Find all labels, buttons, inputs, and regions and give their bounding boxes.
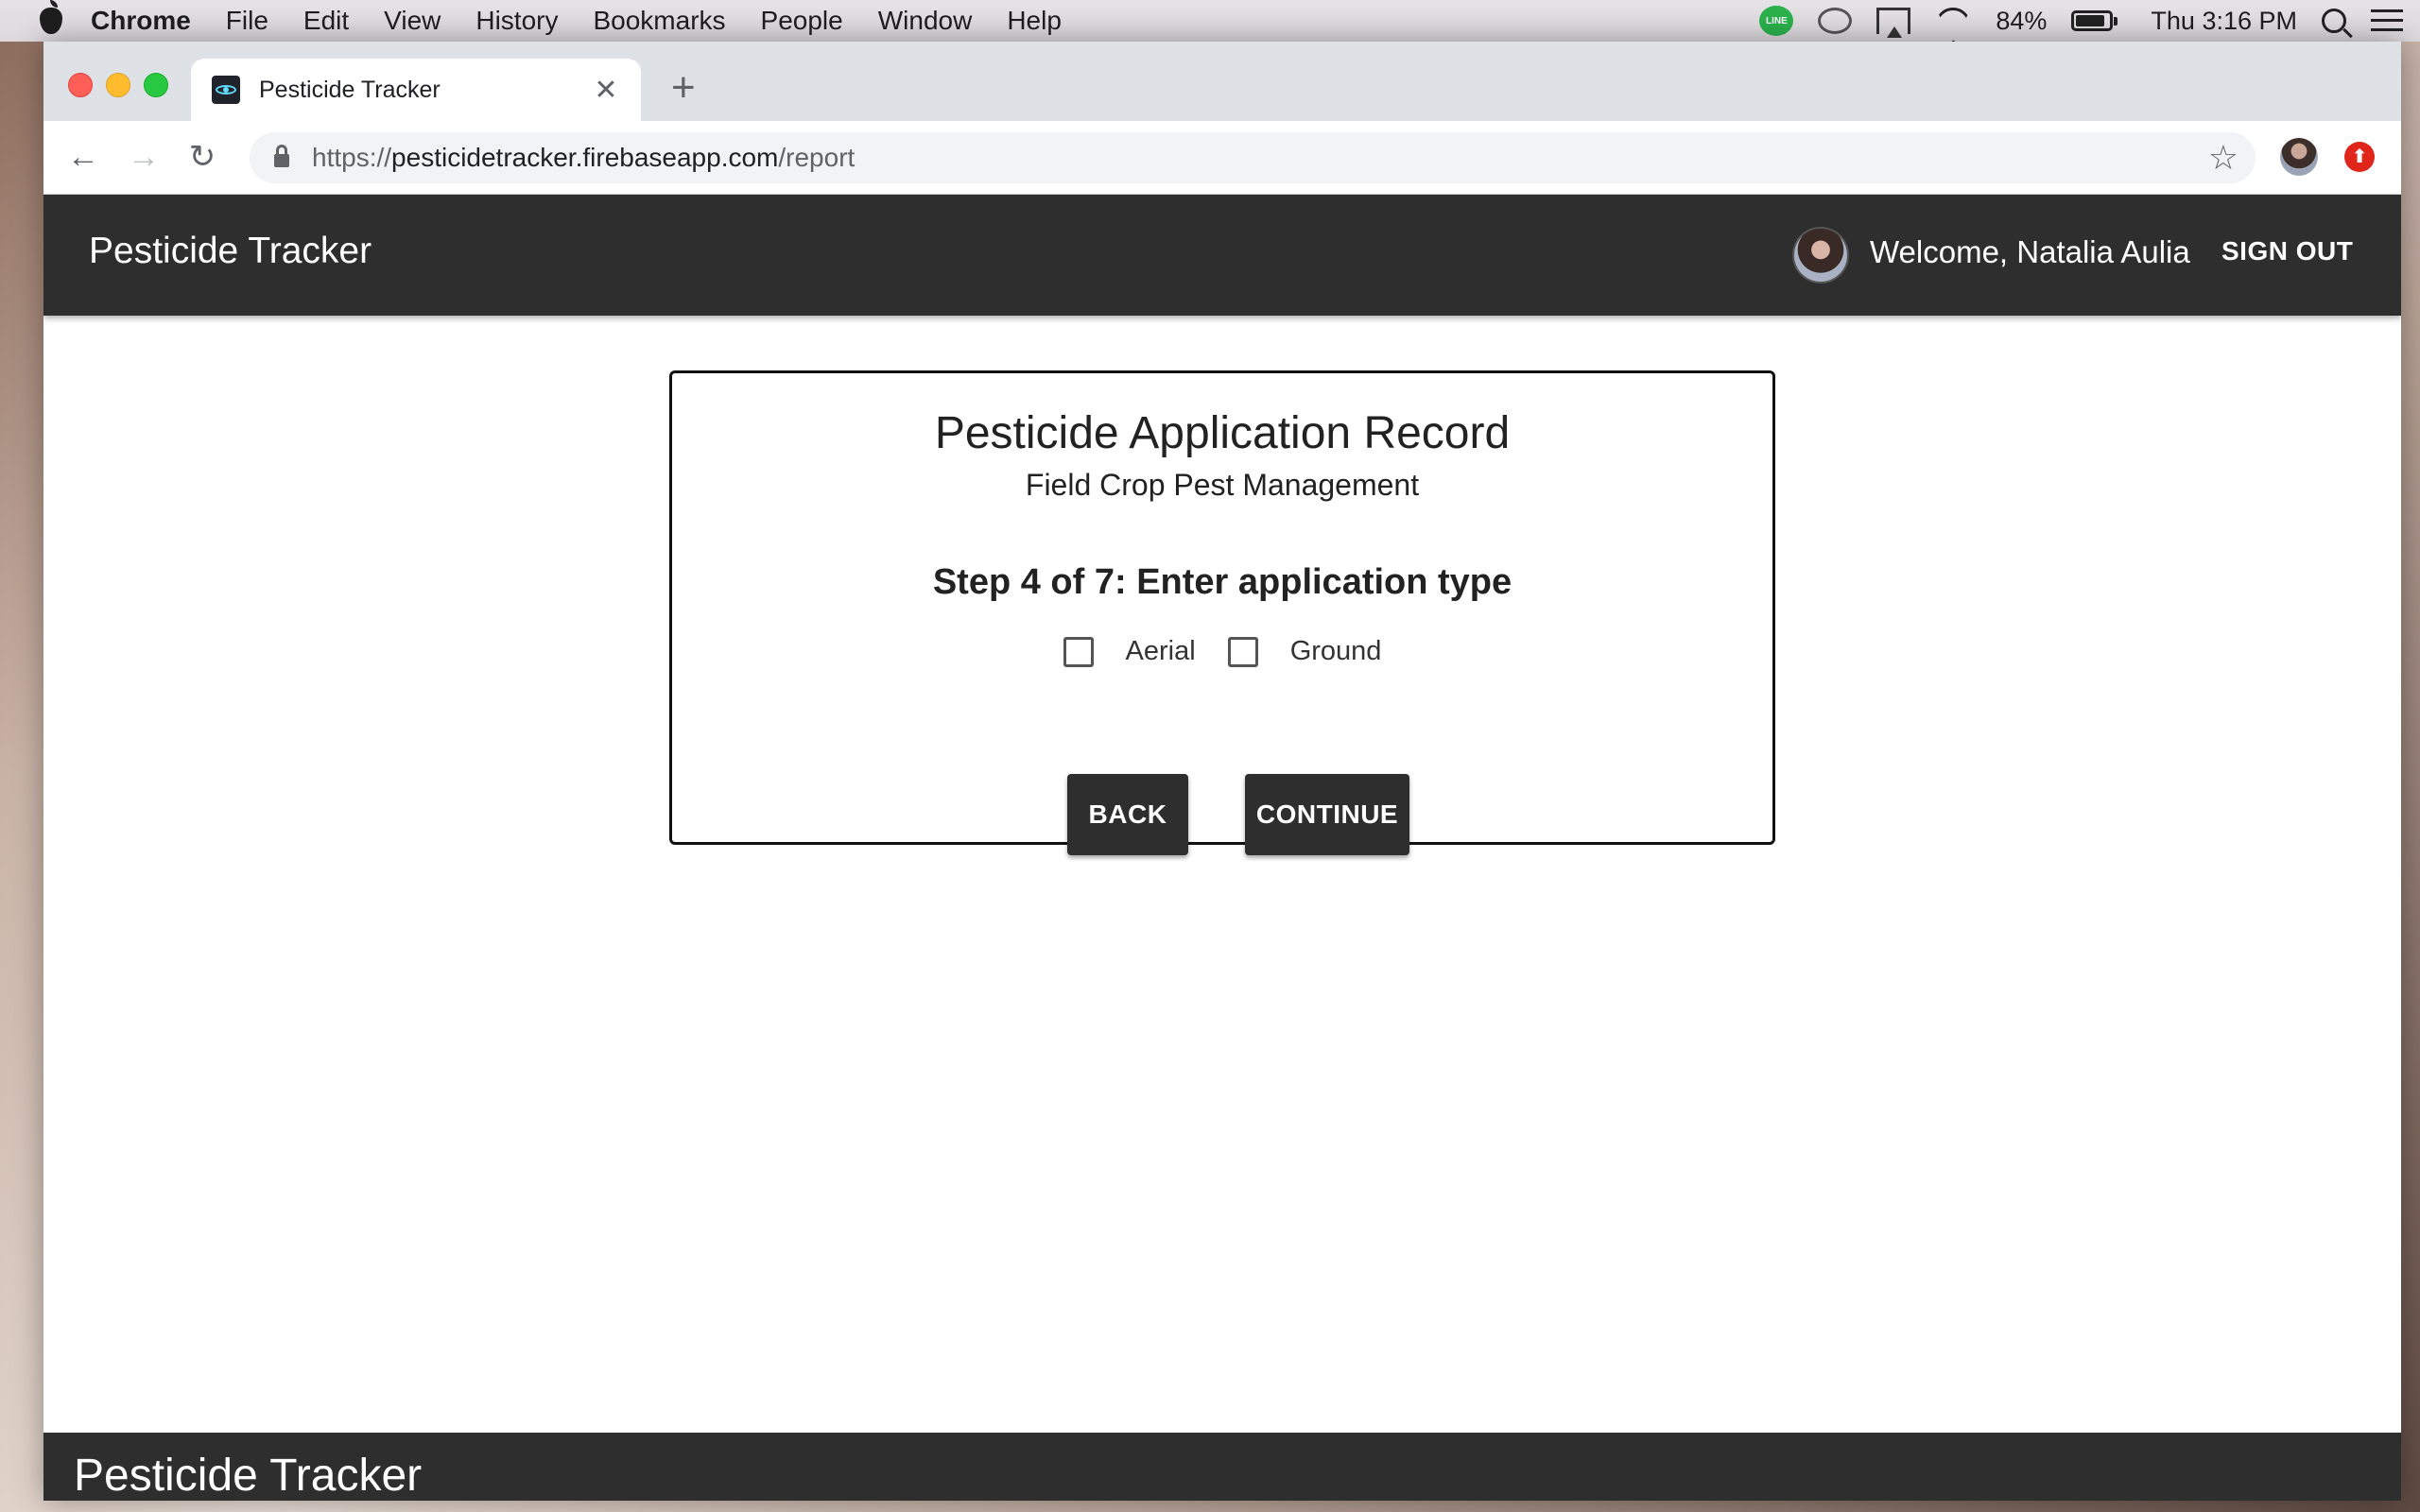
browser-tab-active[interactable]: Pesticide Tracker ✕: [191, 59, 641, 121]
forward-arrow-icon[interactable]: →: [123, 136, 164, 178]
battery-icon[interactable]: [2071, 10, 2118, 31]
step-heading: Step 4 of 7: Enter application type: [932, 562, 1512, 602]
aerial-checkbox[interactable]: [1063, 636, 1094, 667]
aerial-label[interactable]: Aerial: [1126, 636, 1196, 667]
menu-help[interactable]: Help: [1007, 6, 1062, 36]
macos-menubar: Chrome File Edit View History Bookmarks …: [0, 0, 2420, 42]
sign-out-button[interactable]: SIGN OUT: [2221, 236, 2353, 266]
address-bar[interactable]: https://pesticidetracker.firebaseapp.com…: [250, 132, 2256, 183]
battery-percent: 84%: [1996, 6, 2048, 35]
form-title: Pesticide Application Record: [934, 408, 1511, 458]
creative-cloud-icon[interactable]: [1818, 8, 1853, 34]
application-type-options: Aerial Ground: [672, 636, 1772, 667]
notification-center-icon[interactable]: [2371, 9, 2403, 32]
clock[interactable]: Thu 3:16 PM: [2151, 7, 2297, 36]
report-form-card: Pesticide Application Record Field Crop …: [669, 370, 1775, 855]
continue-button[interactable]: CONTINUE: [1245, 774, 1409, 855]
menu-window[interactable]: Window: [878, 6, 973, 36]
app-title: Pesticide Tracker: [89, 231, 372, 271]
spotlight-search-icon[interactable]: [2322, 9, 2346, 33]
back-button[interactable]: BACK: [1067, 774, 1188, 855]
menu-file[interactable]: File: [226, 6, 268, 36]
reload-icon[interactable]: ↻: [182, 136, 223, 178]
browser-window: Pesticide Tracker ✕ + ← → ↻ https://pest…: [43, 42, 2401, 1501]
react-favicon-icon: [212, 76, 240, 104]
browser-toolbar: ← → ↻ https://pesticidetracker.firebasea…: [43, 121, 2401, 195]
ground-label[interactable]: Ground: [1290, 636, 1382, 667]
ground-checkbox[interactable]: [1227, 636, 1258, 667]
lock-icon[interactable]: [274, 145, 289, 167]
url-text[interactable]: https://pesticidetracker.firebaseapp.com…: [312, 143, 855, 173]
app-header: Pesticide Tracker Welcome, Natalia Aulia…: [43, 195, 2401, 316]
minimize-window-button[interactable]: [106, 73, 130, 97]
menu-chrome[interactable]: Chrome: [91, 6, 191, 36]
welcome-message: Welcome, Natalia Aulia: [1870, 234, 2190, 269]
zoom-window-button[interactable]: [144, 73, 168, 97]
menu-bookmarks[interactable]: Bookmarks: [593, 6, 725, 36]
tab-title: Pesticide Tracker: [259, 76, 441, 103]
tab-strip: Pesticide Tracker ✕ +: [43, 42, 2401, 121]
airplay-icon[interactable]: [1876, 8, 1911, 38]
avatar: [1792, 227, 1849, 284]
menubar-status-area: LINE 84% Thu 3:16 PM: [1759, 0, 2403, 42]
apple-icon[interactable]: [40, 0, 62, 34]
form-subtitle: Field Crop Pest Management: [1025, 468, 1420, 502]
menu-people[interactable]: People: [761, 6, 843, 36]
footer-title: Pesticide Tracker: [74, 1451, 423, 1501]
app-footer: Pesticide Tracker: [43, 1433, 2401, 1501]
chrome-profile-avatar[interactable]: [2280, 138, 2318, 176]
menu-history[interactable]: History: [475, 6, 558, 36]
line-app-icon[interactable]: LINE: [1759, 6, 1794, 36]
back-arrow-icon[interactable]: ←: [62, 136, 104, 178]
tab-close-icon[interactable]: ✕: [592, 74, 620, 107]
wifi-icon[interactable]: [1935, 8, 1971, 34]
menu-view[interactable]: View: [384, 6, 441, 36]
close-window-button[interactable]: [68, 73, 93, 97]
bookmark-star-icon[interactable]: ☆: [2208, 138, 2238, 178]
new-tab-icon[interactable]: +: [671, 64, 696, 112]
extension-upload-icon[interactable]: ⬆: [2344, 142, 2375, 172]
menu-edit[interactable]: Edit: [303, 6, 349, 36]
